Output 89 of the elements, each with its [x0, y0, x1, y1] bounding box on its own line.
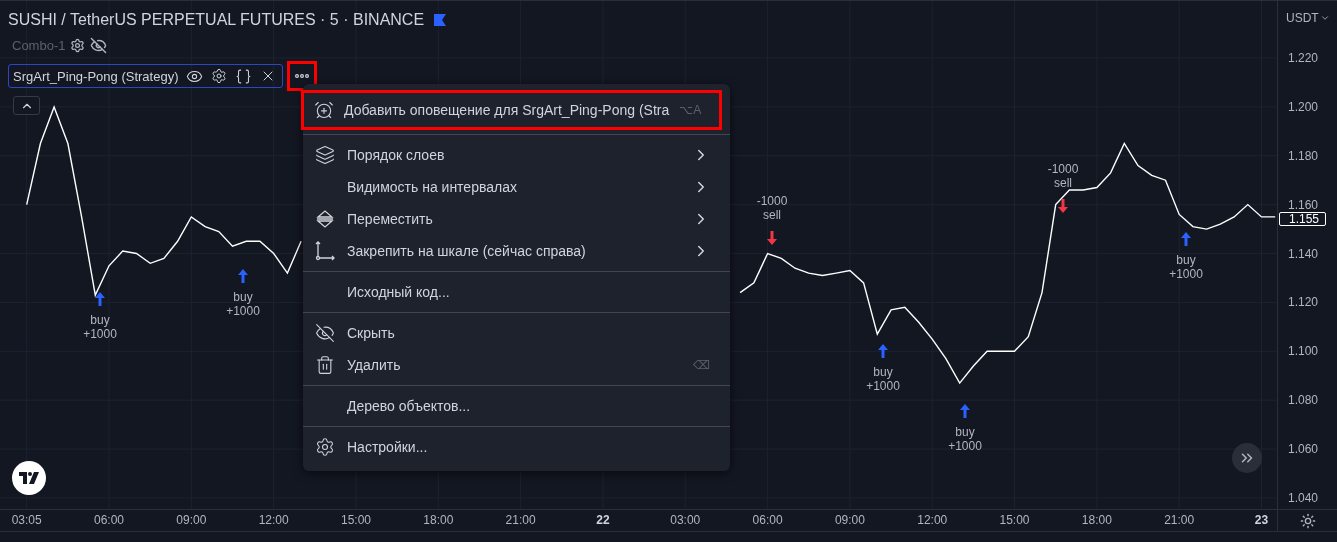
settings-icon[interactable] — [70, 37, 86, 53]
menu-item[interactable]: Видимость на интервалах — [303, 171, 730, 203]
time-label: 12:00 — [258, 513, 289, 527]
menu-item[interactable]: Добавить оповещение для SrgArt_Ping-Pong (Stra ⌥A — [301, 90, 722, 130]
caret-icon — [1319, 13, 1330, 23]
price-label: 1.200 — [1288, 100, 1319, 113]
last-price-tag: 1.155 — [1279, 211, 1327, 226]
menu-item[interactable]: Скрыть — [303, 317, 730, 349]
price-label: 1.120 — [1288, 296, 1319, 309]
time-label: 06:00 — [94, 513, 125, 527]
strategy-legend[interactable]: SrgArt_Ping-Pong (Strategy) — [8, 64, 284, 88]
signal-label: sell — [1054, 176, 1072, 190]
menu-item-label: Удалить — [347, 357, 402, 373]
logo-icon[interactable] — [12, 461, 46, 495]
signal-quantity: +1000 — [948, 439, 982, 453]
time-label: 15:00 — [340, 513, 371, 527]
time-label: 18:00 — [1081, 513, 1112, 527]
sell-arrow-icon — [1058, 199, 1068, 213]
menu-item-label: Закрепить на шкале (сейчас справа) — [347, 243, 587, 259]
signal-label: buy — [873, 365, 893, 379]
eye-off-icon[interactable] — [90, 36, 108, 54]
braces-icon[interactable] — [235, 67, 253, 85]
settings-icon[interactable] — [211, 68, 228, 84]
buy-arrow-icon — [95, 292, 105, 306]
signal-label: sell — [763, 208, 781, 222]
time-label: 22 — [596, 513, 610, 527]
time-label: 21:00 — [1164, 513, 1195, 527]
price-label: 1.140 — [1288, 247, 1319, 260]
signal-label: buy — [90, 313, 110, 327]
menu-item-label: Порядок слоев — [347, 147, 446, 163]
indicator-name: Combo-1 — [12, 37, 66, 53]
menu-item-label: Добавить оповещение для SrgArt_Ping-Pong (Stra — [344, 102, 670, 118]
price-label: 1.040 — [1288, 492, 1319, 504]
currency-dropdown[interactable]: USDT — [1286, 11, 1330, 25]
shortcut-label: ⌥A — [679, 103, 702, 117]
signal-label: buy — [1176, 253, 1196, 267]
time-label: 12:00 — [917, 513, 948, 527]
menu-item-label: Дерево объектов... — [347, 398, 472, 414]
time-label: 03:05 — [11, 513, 42, 527]
menu-item-label: Переместить — [347, 211, 434, 227]
signal-quantity: -1000 — [1047, 162, 1079, 176]
menu-item-label: Скрыть — [347, 325, 396, 341]
scroll-right-button[interactable] — [1232, 443, 1262, 473]
menu-item[interactable]: Переместить — [303, 203, 730, 235]
menu-item[interactable]: Удалить ⌫ — [303, 349, 730, 381]
menu-item[interactable]: Дерево объектов... — [303, 390, 730, 422]
axis-icon — [313, 239, 337, 263]
price-label: 1.080 — [1288, 394, 1319, 407]
menu-item[interactable]: Порядок слоев — [303, 139, 730, 171]
strategy-name: SrgArt_Ping-Pong (Strategy) — [13, 68, 179, 84]
price-label: 1.220 — [1288, 51, 1319, 64]
signal-quantity: -1000 — [756, 194, 788, 208]
menu-item[interactable]: Исходный код... — [303, 276, 730, 308]
time-label: 18:00 — [423, 513, 454, 527]
menu-item-label: Исходный код... — [347, 284, 451, 300]
time-label: 09:00 — [834, 513, 865, 527]
buy-arrow-icon — [960, 404, 970, 418]
price-label: 1.060 — [1288, 443, 1319, 456]
chart-title: SUSHI / TetherUS PERPETUAL FUTURES · 5 · BINANCE — [8, 11, 425, 29]
time-label: 09:00 — [176, 513, 207, 527]
signal-quantity: +1000 — [1169, 267, 1203, 281]
flag-icon — [434, 14, 447, 26]
price-label: 1.180 — [1288, 149, 1319, 162]
signal-quantity: +1000 — [226, 304, 260, 318]
signal-quantity: +1000 — [866, 379, 900, 393]
sun-icon[interactable] — [1299, 512, 1316, 529]
more-icon — [295, 74, 310, 78]
price-label: 1.100 — [1288, 345, 1319, 358]
time-label: 06:00 — [752, 513, 783, 527]
buy-arrow-icon — [1181, 232, 1191, 246]
buy-arrow-icon — [878, 344, 888, 358]
sell-arrow-icon — [767, 231, 777, 245]
time-label: 03:00 — [670, 513, 701, 527]
time-label: 15:00 — [999, 513, 1030, 527]
eye-off-icon — [313, 321, 337, 345]
buy-arrow-icon — [238, 269, 248, 283]
signal-label: buy — [233, 290, 253, 304]
time-label: 23 — [1254, 513, 1269, 527]
shortcut-label: ⌫ — [693, 358, 710, 372]
collapse-button[interactable] — [13, 96, 40, 115]
menu-item-label: Настройки... — [347, 439, 429, 455]
menu-item[interactable]: Закрепить на шкале (сейчас справа) — [303, 235, 730, 267]
layers-icon — [313, 143, 337, 167]
price-label: 1.160 — [1288, 198, 1319, 211]
signal-label: buy — [955, 425, 975, 439]
signal-quantity: +1000 — [83, 327, 117, 341]
time-label: 21:00 — [505, 513, 536, 527]
menu-item[interactable]: Настройки... — [303, 431, 730, 463]
menu-item-label: Видимость на интервалах — [347, 179, 518, 195]
